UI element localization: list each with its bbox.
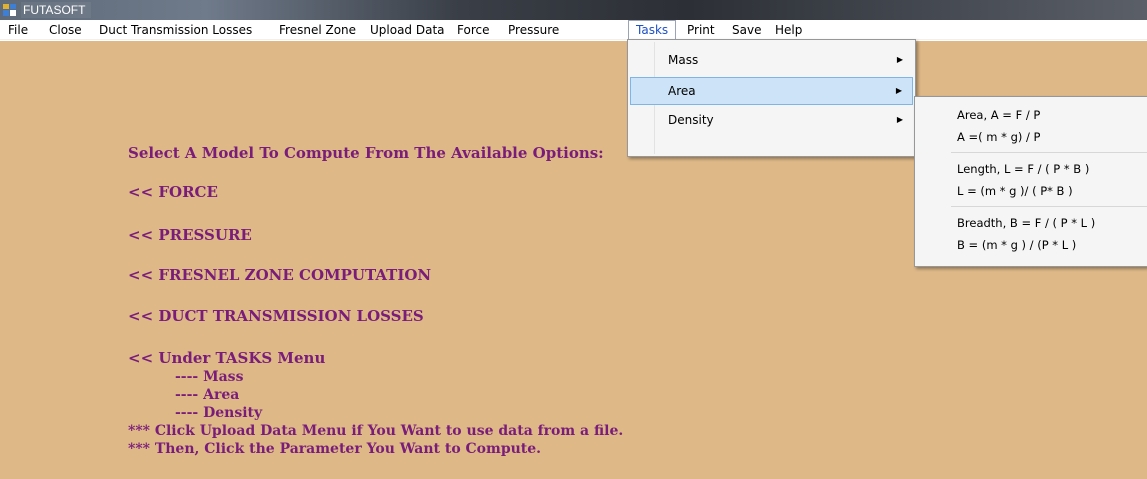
note-click-parameter: *** Then, Click the Parameter You Want t…: [128, 441, 542, 457]
tasks-item-density[interactable]: Density ▶: [630, 106, 913, 134]
option-force: << FORCE: [128, 183, 218, 201]
menu-print[interactable]: Print: [680, 20, 722, 40]
submenu-separator: [951, 206, 1147, 207]
title-bar[interactable]: FUTASOFT: [0, 0, 1147, 20]
tasks-item-mass[interactable]: Mass ▶: [630, 46, 913, 74]
note-upload-data: *** Click Upload Data Menu if You Want t…: [128, 423, 624, 439]
option-duct-transmission: << DUCT TRANSMISSION LOSSES: [128, 307, 424, 325]
option-tasks-menu: << Under TASKS Menu: [128, 349, 326, 367]
menu-help[interactable]: Help: [768, 20, 809, 40]
window-title: FUTASOFT: [21, 2, 92, 18]
option-pressure: << PRESSURE: [128, 226, 252, 244]
tasks-sub-density: ---- Density: [175, 405, 263, 421]
option-fresnel-zone: << FRESNEL ZONE COMPUTATION: [128, 266, 432, 284]
tasks-dropdown: Mass ▶ Area ▶ Density ▶: [627, 39, 916, 157]
submenu-area-mass-formula[interactable]: A =( m * g) / P: [917, 126, 1147, 148]
menu-fresnel-zone[interactable]: Fresnel Zone: [272, 20, 363, 40]
tasks-item-label: Area: [668, 84, 696, 98]
menu-tasks[interactable]: Tasks: [628, 20, 677, 40]
tasks-item-label: Mass: [668, 53, 699, 67]
tasks-sub-area: ---- Area: [175, 387, 240, 403]
submenu-area-formula[interactable]: Area, A = F / P: [917, 104, 1147, 126]
submenu-breadth-mass-formula[interactable]: B = (m * g ) / (P * L ): [917, 234, 1147, 256]
submenu-separator: [951, 152, 1147, 153]
menu-bar: File Close Duct Transmission Losses Fres…: [0, 20, 1147, 40]
submenu-length-formula[interactable]: Length, L = F / ( P * B ): [917, 158, 1147, 180]
menu-duct-transmission-losses[interactable]: Duct Transmission Losses: [92, 20, 259, 40]
menu-force[interactable]: Force: [450, 20, 496, 40]
tasks-item-label: Density: [668, 113, 714, 127]
menu-pressure[interactable]: Pressure: [501, 20, 566, 40]
submenu-breadth-formula[interactable]: Breadth, B = F / ( P * L ): [917, 212, 1147, 234]
tasks-sub-mass: ---- Mass: [175, 369, 244, 385]
menu-upload-data[interactable]: Upload Data: [363, 20, 452, 40]
instruction-heading: Select A Model To Compute From The Avail…: [128, 144, 604, 162]
app-icon[interactable]: [3, 4, 16, 16]
submenu-arrow-icon: ▶: [896, 115, 903, 124]
submenu-length-mass-formula[interactable]: L = (m * g )/ ( P* B ): [917, 180, 1147, 202]
menu-file[interactable]: File: [1, 20, 35, 40]
menu-close[interactable]: Close: [42, 20, 89, 40]
area-submenu: Area, A = F / P A =( m * g) / P Length, …: [914, 96, 1147, 267]
menu-save[interactable]: Save: [725, 20, 768, 40]
tasks-item-area[interactable]: Area ▶: [630, 77, 913, 105]
submenu-arrow-icon: ▶: [895, 86, 902, 95]
submenu-arrow-icon: ▶: [896, 55, 903, 64]
